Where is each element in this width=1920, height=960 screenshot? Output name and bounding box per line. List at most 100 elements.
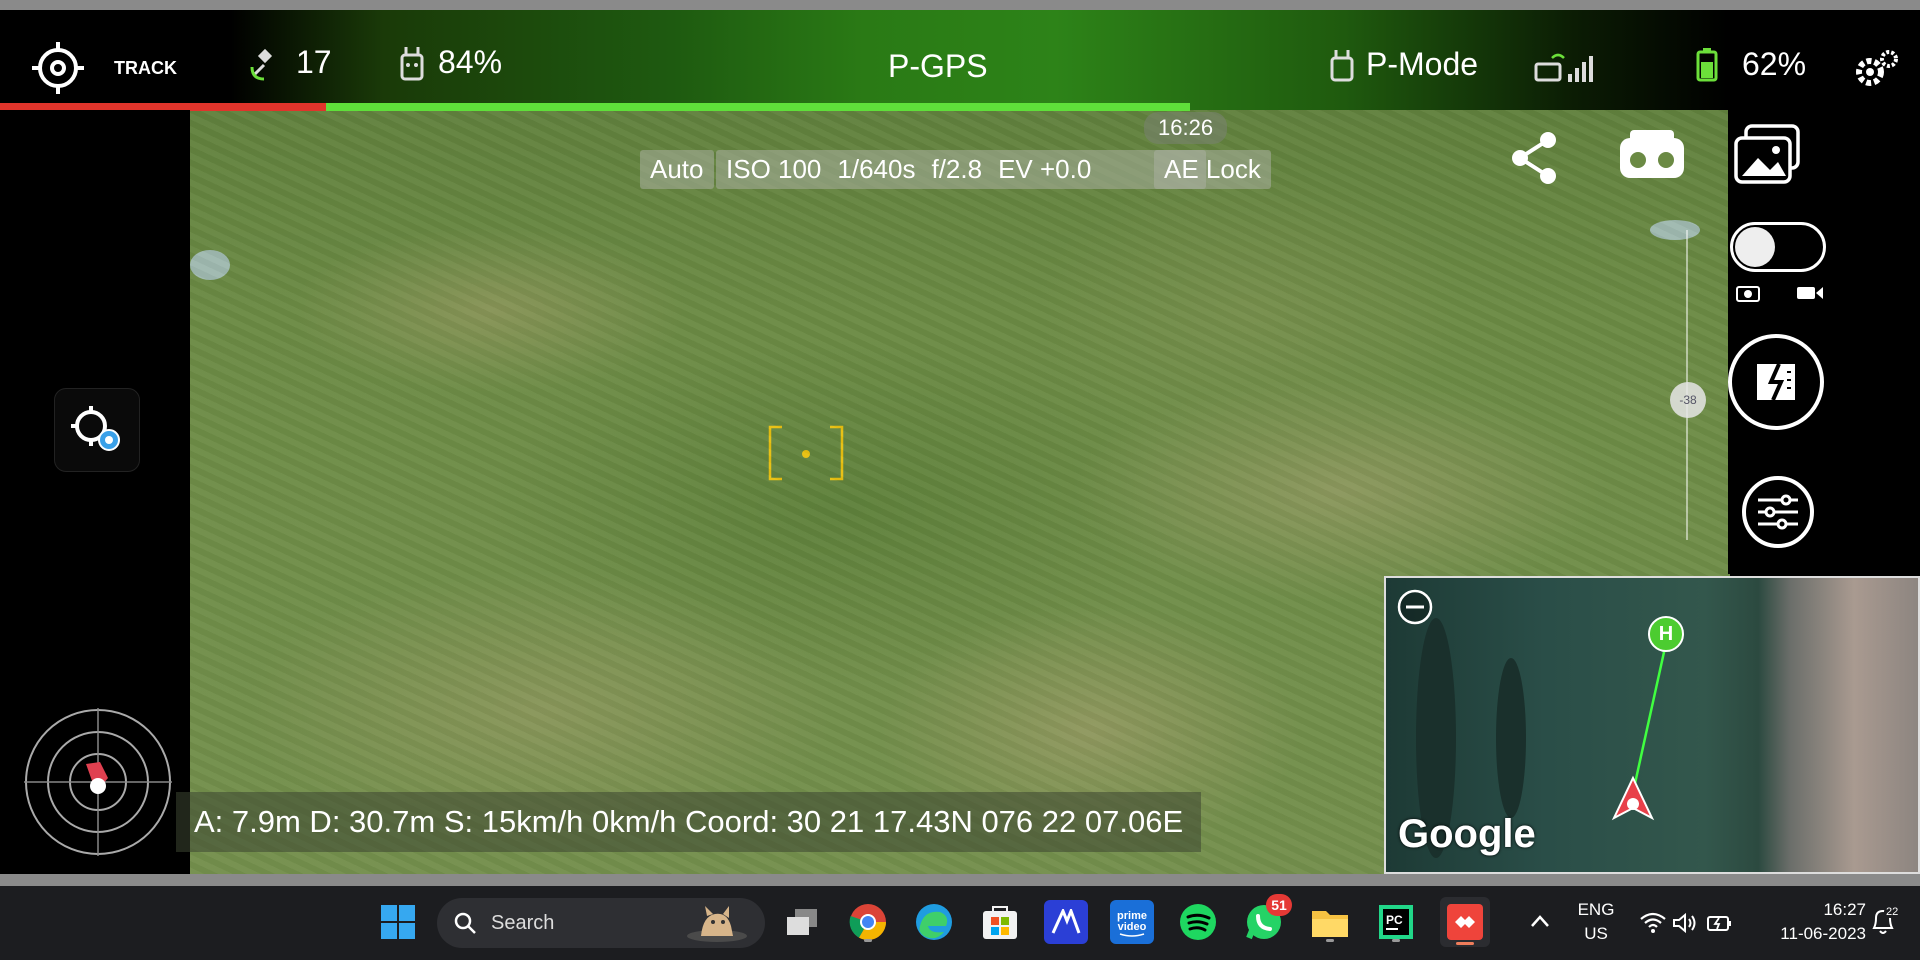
notification-count: 22 [1884, 906, 1901, 918]
volume-icon[interactable] [1672, 912, 1698, 934]
region-code: US [1584, 924, 1608, 943]
active-indicator [1456, 942, 1474, 945]
rc-battery-status: 84% [396, 44, 502, 81]
edge-app[interactable] [912, 900, 956, 944]
windows-logo-icon [381, 905, 415, 939]
language-code: ENG [1577, 900, 1615, 919]
vr-goggles-icon[interactable] [1618, 130, 1686, 180]
pycharm-app[interactable]: PC [1374, 900, 1418, 944]
minimap[interactable]: H Google [1384, 576, 1920, 874]
gears-icon [1856, 50, 1898, 86]
progress-green-segment [326, 103, 1191, 111]
aperture-value: f/2.8 [931, 154, 983, 184]
remote-controller-icon [400, 46, 424, 80]
ms-app-icon [1051, 909, 1081, 934]
satellite-status: 17 [250, 44, 332, 81]
drone-battery-percent: 62% [1742, 46, 1807, 82]
chevron-up-icon[interactable] [1530, 914, 1550, 928]
prime-video-app[interactable]: prime video [1110, 900, 1154, 944]
satellite-icon [250, 48, 273, 80]
left-panel [0, 110, 190, 874]
share-icon[interactable] [1510, 130, 1558, 186]
windows-taskbar: Search prime video 51 PC ENG US 16:27 11… [0, 886, 1920, 960]
flight-mode-label: P-Mode [1366, 46, 1479, 82]
focus-box[interactable] [768, 425, 844, 481]
track-crosshair-icon [32, 42, 84, 94]
notification-center[interactable]: 22 [1870, 906, 1904, 938]
video-icon [1797, 287, 1823, 299]
signal-strength-icon [1534, 53, 1593, 82]
battery-charging-icon[interactable] [1706, 912, 1734, 934]
gps-mode-label: P-GPS [888, 48, 988, 84]
rc-battery-percent: 84% [438, 44, 503, 80]
start-button[interactable] [376, 900, 420, 944]
svg-text:video: video [1118, 921, 1147, 933]
whatsapp-badge-count: 51 [1271, 897, 1287, 913]
screen: TRACK 17 84% P-GPS P-Mode 62% 16:26 Auto… [0, 0, 1920, 960]
pycharm-icon: PC [1379, 905, 1413, 939]
google-logo: Google [1398, 812, 1536, 856]
sliders-icon [1758, 494, 1798, 530]
notification-badge: 51 [1266, 894, 1292, 916]
drone-app-window: TRACK 17 84% P-GPS P-Mode 62% 16:26 Auto… [0, 10, 1920, 874]
file-explorer-app[interactable] [1308, 900, 1352, 944]
task-view-button[interactable] [780, 900, 824, 944]
whatsapp-app[interactable]: 51 [1242, 894, 1292, 944]
store-app[interactable] [978, 900, 1022, 944]
toggle-knob [1735, 227, 1775, 267]
right-panel [1728, 110, 1920, 574]
chrome-icon [849, 904, 886, 941]
track-mode[interactable]: TRACK [30, 40, 177, 96]
time-indicator: 16:26 [1144, 112, 1228, 144]
chrome-app[interactable] [846, 900, 890, 944]
intelligent-settings-button[interactable] [54, 388, 140, 472]
storage-card-icon [1757, 363, 1795, 401]
task-view-icon [787, 909, 817, 935]
ms-app[interactable] [1044, 900, 1088, 944]
exposure-mode[interactable]: Auto [640, 150, 714, 189]
satellite-count: 17 [296, 44, 332, 80]
iso-value: ISO 100 [726, 154, 822, 184]
shutter-button[interactable] [1728, 334, 1824, 430]
anydesk-app[interactable] [1440, 897, 1490, 947]
rock-shape [1650, 220, 1700, 240]
drone-battery-status: 62% [1696, 46, 1806, 83]
running-indicator [864, 939, 872, 942]
search-placeholder: Search [491, 911, 555, 934]
drone-position-icon [1611, 775, 1655, 821]
photo-video-toggle[interactable] [1730, 222, 1826, 272]
flight-mode[interactable]: P-Mode [1328, 46, 1478, 83]
remote-controller-icon [1330, 49, 1354, 81]
clock-time: 16:27 [1823, 900, 1866, 919]
running-indicator [1326, 939, 1334, 942]
spotify-app[interactable] [1176, 900, 1220, 944]
signal-status [1534, 50, 1594, 86]
language-indicator[interactable]: ENG US [1576, 898, 1616, 946]
clock-date: 11-06-2023 [1780, 924, 1866, 943]
search-icon [454, 912, 476, 934]
settings-button[interactable] [1854, 48, 1900, 90]
folder-icon [1312, 911, 1348, 937]
gimbal-value: -38 [1679, 393, 1697, 407]
home-label: H [1658, 622, 1674, 645]
radar-icon[interactable] [22, 706, 174, 858]
gallery-icon[interactable] [1732, 124, 1804, 188]
shutter-value: 1/640s [837, 154, 916, 184]
search-highlight-icon [687, 906, 747, 942]
gps-mode: P-GPS [888, 48, 988, 85]
wifi-icon[interactable] [1640, 912, 1666, 934]
running-indicator [1392, 939, 1400, 942]
camera-settings-group[interactable]: ISO 100 1/640s f/2.8 EV +0.0 [716, 150, 1206, 189]
rock-shape [190, 250, 230, 280]
camera-params[interactable]: Auto ISO 100 1/640s f/2.8 EV +0.0 AE Loc… [640, 150, 1280, 196]
gimbal-indicator[interactable]: -38 [1670, 382, 1706, 418]
ae-lock-button[interactable]: AE Lock [1154, 150, 1271, 189]
anydesk-icon [1447, 904, 1483, 940]
home-point-marker: H [1648, 616, 1684, 652]
clock[interactable]: 16:27 11-06-2023 [1756, 898, 1866, 946]
telemetry-text: A: 7.9m D: 30.7m S: 15km/h 0km/h Coord: … [194, 804, 1184, 839]
svg-text:PC: PC [1386, 913, 1403, 927]
camera-settings-button[interactable] [1742, 476, 1814, 548]
crosshair-gear-icon [71, 406, 120, 451]
taskbar-search[interactable]: Search [437, 898, 765, 948]
